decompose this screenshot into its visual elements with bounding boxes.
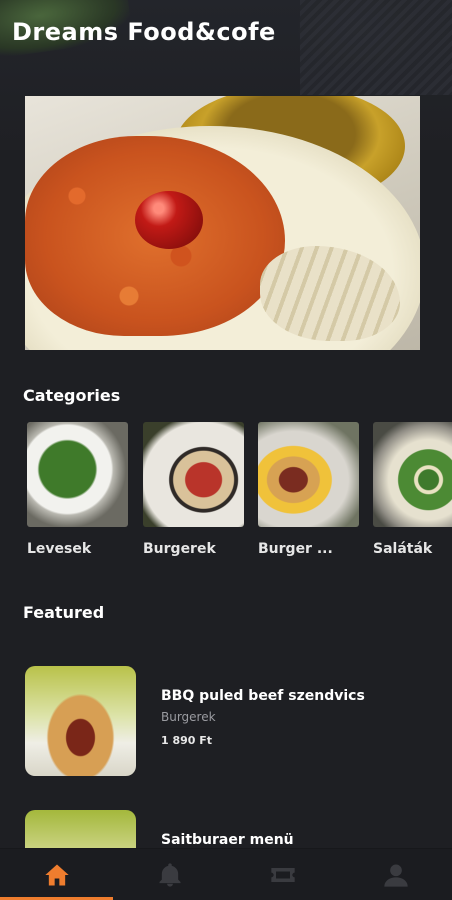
- featured-item[interactable]: BBQ puled beef szendvics Burgerek 1 890 …: [25, 666, 445, 776]
- bell-icon: [159, 863, 180, 887]
- featured-item-price: 1 890 Ft: [161, 734, 213, 747]
- category-label: Burger ...: [258, 541, 333, 557]
- home-icon: [44, 864, 69, 886]
- featured-item[interactable]: Saitburaer menü: [25, 810, 445, 848]
- category-label: Levesek: [27, 541, 92, 557]
- user-icon: [383, 864, 408, 887]
- bottom-navigation: [0, 848, 452, 900]
- ticket-icon: [270, 868, 295, 882]
- category-card-burgerek[interactable]: Burgerek: [143, 422, 244, 557]
- categories-heading: Categories: [23, 386, 121, 405]
- category-image: [143, 422, 244, 527]
- hero-image[interactable]: [25, 96, 420, 350]
- featured-heading: Featured: [23, 603, 105, 622]
- category-image: [373, 422, 452, 527]
- category-image: [27, 422, 128, 527]
- nav-home[interactable]: [0, 849, 113, 900]
- category-label: Burgerek: [143, 541, 216, 557]
- category-card-burger-menu[interactable]: Burger ...: [258, 422, 359, 557]
- nav-notifications[interactable]: [113, 849, 226, 900]
- category-image: [258, 422, 359, 527]
- nav-profile[interactable]: [339, 849, 452, 900]
- category-label: Saláták: [373, 541, 433, 557]
- nav-tickets[interactable]: [226, 849, 339, 900]
- cloth-decoration: [300, 0, 452, 95]
- featured-item-image: [25, 666, 136, 776]
- featured-item-image: [25, 810, 136, 848]
- featured-list: BBQ puled beef szendvics Burgerek 1 890 …: [0, 640, 452, 848]
- featured-item-name: BBQ puled beef szendvics: [161, 688, 365, 704]
- featured-item-name: Saitburaer menü: [161, 832, 294, 848]
- category-card-levesek[interactable]: Levesek: [27, 422, 128, 557]
- app-title: Dreams Food&cofe: [12, 18, 276, 46]
- category-card-salatak[interactable]: Saláták: [373, 422, 452, 557]
- featured-item-category: Burgerek: [161, 710, 216, 724]
- categories-carousel[interactable]: Levesek Burgerek Burger ... Saláták: [27, 422, 452, 562]
